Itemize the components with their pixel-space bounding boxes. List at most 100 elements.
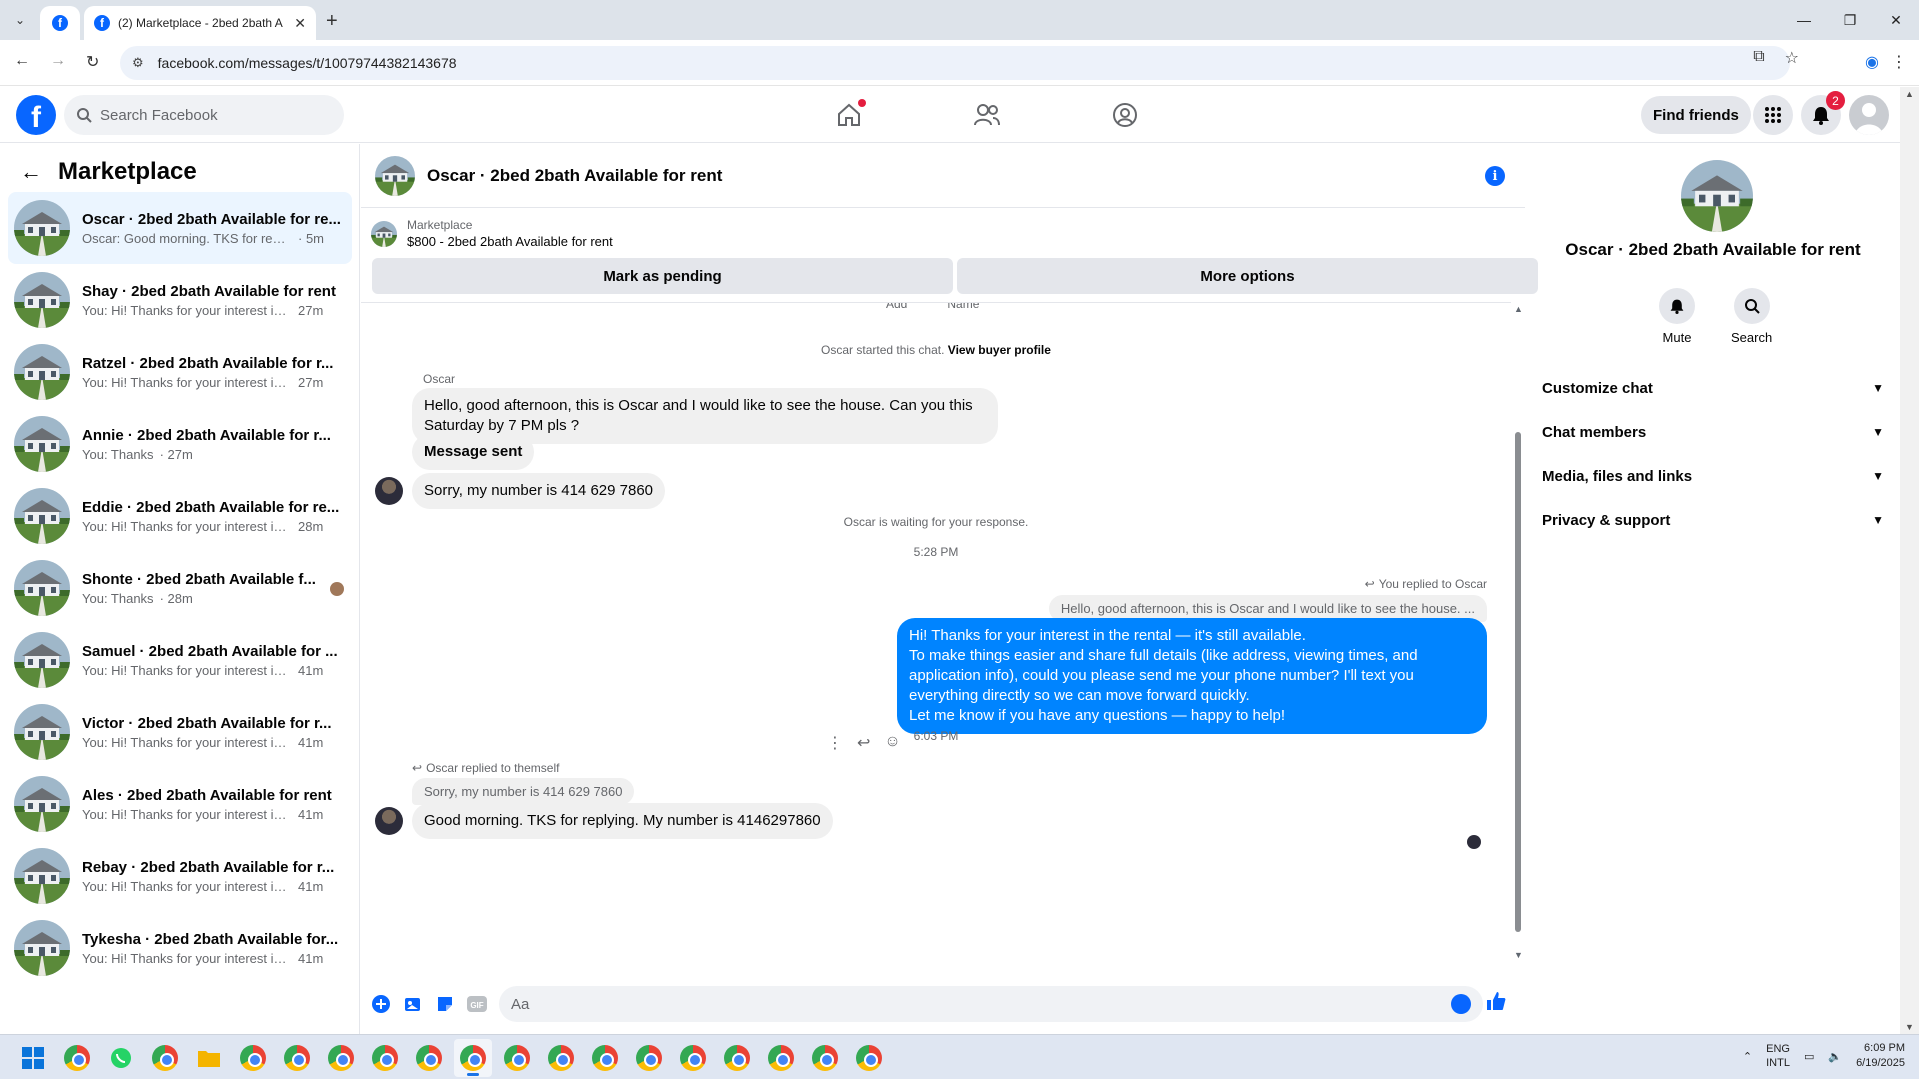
chat-title[interactable]: Oscar · 2bed 2bath Available for rent (427, 166, 722, 186)
incoming-message[interactable]: Good morning. TKS for replying. My numbe… (412, 803, 833, 839)
chrome-app[interactable] (498, 1039, 536, 1077)
conversation-item[interactable]: Rebay · 2bed 2bath Available for r... You… (8, 840, 352, 912)
conversation-item[interactable]: Tykesha · 2bed 2bath Available for... You… (8, 912, 352, 984)
page-scrollbar[interactable]: ▲ ▼ (1900, 87, 1919, 1034)
gif-button[interactable]: GIF (461, 988, 493, 1020)
conversation-item[interactable]: Eddie · 2bed 2bath Available for re... Yo… (8, 480, 352, 552)
chrome-app[interactable] (674, 1039, 712, 1077)
notifications-button[interactable]: 2 (1801, 91, 1845, 135)
oscar-avatar[interactable] (375, 807, 403, 835)
chrome-app[interactable] (806, 1039, 844, 1077)
new-tab-icon[interactable]: + (326, 10, 338, 33)
start-button[interactable] (14, 1039, 52, 1077)
conversation-time: · 27m (159, 446, 193, 462)
incoming-message[interactable]: Sorry, my number is 414 629 7860 (412, 473, 666, 509)
more-options-button[interactable]: More options (957, 258, 1538, 294)
conversation-item[interactable]: Ratzel · 2bed 2bath Available for r... Yo… (8, 336, 352, 408)
conversation-item[interactable]: Ales · 2bed 2bath Available for rent You:… (8, 768, 352, 840)
oscar-avatar[interactable] (375, 477, 403, 505)
scroll-up-arrow-icon[interactable]: ▲ (1514, 304, 1523, 314)
conversation-item[interactable]: Samuel · 2bed 2bath Available for ... You… (8, 624, 352, 696)
chrome-app[interactable] (278, 1039, 316, 1077)
pinned-tab-facebook[interactable]: f (40, 6, 80, 40)
facebook-search-input[interactable]: Search Facebook (64, 95, 344, 135)
clock[interactable]: 6:09 PM 6/19/2025 (1856, 1041, 1905, 1071)
address-bar[interactable]: ⚙ facebook.com/messages/t/10079744382143… (120, 46, 1790, 80)
listing-summary[interactable]: Marketplace $800 - 2bed 2bath Available … (371, 218, 613, 249)
message-input[interactable]: Aa (499, 986, 1483, 1022)
thread-scrollbar[interactable]: ▲ ▼ (1512, 302, 1524, 962)
tab-close-icon[interactable]: ✕ (294, 15, 306, 32)
menu-grid-button[interactable] (1753, 95, 1793, 135)
conversation-item[interactable]: Shay · 2bed 2bath Available for rent You:… (8, 264, 352, 336)
chrome-app[interactable] (58, 1039, 96, 1077)
network-icon[interactable]: ▭ (1804, 1050, 1814, 1063)
info-icon[interactable]: i (1485, 166, 1505, 186)
chrome-menu-icon[interactable]: ⋮ (1891, 52, 1907, 72)
mark-pending-button[interactable]: Mark as pending (372, 258, 953, 294)
chat-header-thumbnail[interactable] (375, 156, 415, 196)
chrome-profile-icon[interactable]: ◉ (1865, 52, 1879, 72)
chrome-app[interactable] (366, 1039, 404, 1077)
mute-button[interactable]: Mute (1659, 288, 1695, 345)
nav-groups[interactable] (1056, 87, 1194, 143)
scrollbar-thumb[interactable] (1515, 432, 1521, 932)
chrome-app[interactable] (762, 1039, 800, 1077)
close-window-icon[interactable]: ✕ (1873, 0, 1919, 40)
tray-expand-icon[interactable]: ⌃ (1743, 1050, 1752, 1063)
scroll-down-arrow-icon[interactable]: ▼ (1514, 950, 1523, 960)
language-indicator[interactable]: ENG INTL (1766, 1042, 1790, 1070)
conversation-preview: You: Hi! Thanks for your interest in t..… (82, 879, 346, 894)
nav-home[interactable] (780, 87, 918, 143)
forward-icon[interactable]: → (50, 52, 66, 70)
chrome-app[interactable] (542, 1039, 580, 1077)
page-scroll-down-icon[interactable]: ▼ (1905, 1022, 1914, 1032)
reload-icon[interactable]: ↻ (86, 52, 99, 72)
photo-button[interactable] (397, 988, 429, 1020)
chrome-app[interactable] (718, 1039, 756, 1077)
details-section-1[interactable]: Chat members ▼ (1542, 410, 1892, 454)
back-icon[interactable]: ← (14, 52, 30, 70)
install-app-icon[interactable]: ⧉ (1753, 48, 1764, 68)
incoming-message[interactable]: Message sent (412, 434, 535, 470)
details-thumbnail[interactable] (1681, 160, 1753, 232)
chrome-app[interactable] (454, 1039, 492, 1077)
tab-search-chevron-icon[interactable]: ⌄ (8, 8, 32, 32)
tab-marketplace[interactable]: f (2) Marketplace - 2bed 2bath A ✕ (84, 6, 316, 40)
facebook-logo-icon[interactable]: f (16, 95, 56, 135)
minimize-icon[interactable]: — (1781, 0, 1827, 40)
chrome-app[interactable] (850, 1039, 888, 1077)
like-button[interactable] (1485, 990, 1507, 1016)
details-section-3[interactable]: Privacy & support ▼ (1542, 498, 1892, 542)
view-buyer-profile-link[interactable]: View buyer profile (948, 343, 1051, 357)
find-friends-button[interactable]: Find friends (1641, 96, 1751, 134)
add-attachment-button[interactable] (365, 988, 397, 1020)
volume-icon[interactable]: 🔈 (1828, 1050, 1842, 1063)
details-section-2[interactable]: Media, files and links ▼ (1542, 454, 1892, 498)
page-scroll-up-icon[interactable]: ▲ (1905, 89, 1914, 99)
chrome-app[interactable] (630, 1039, 668, 1077)
sticker-button[interactable] (429, 988, 461, 1020)
conversation-item[interactable]: Victor · 2bed 2bath Available for r... Yo… (8, 696, 352, 768)
whatsapp-app[interactable] (102, 1039, 140, 1077)
outgoing-message[interactable]: Hi! Thanks for your interest in the rent… (897, 618, 1487, 734)
conversation-item[interactable]: Shonte · 2bed 2bath Available f... You: T… (8, 552, 352, 624)
chrome-app[interactable] (234, 1039, 272, 1077)
chrome-app[interactable] (146, 1039, 184, 1077)
restore-icon[interactable]: ❐ (1827, 0, 1873, 40)
account-avatar[interactable] (1849, 95, 1889, 135)
chrome-app[interactable] (322, 1039, 360, 1077)
conversation-item[interactable]: Oscar · 2bed 2bath Available for re... Os… (8, 192, 352, 264)
site-info-icon[interactable]: ⚙ (132, 55, 144, 71)
details-section-0[interactable]: Customize chat ▼ (1542, 366, 1892, 410)
file-explorer-app[interactable] (190, 1039, 228, 1077)
bookmark-star-icon[interactable]: ☆ (1785, 48, 1799, 68)
search-in-chat-button[interactable]: Search (1731, 288, 1772, 345)
nav-friends[interactable] (918, 87, 1056, 143)
conversation-item[interactable]: Annie · 2bed 2bath Available for r... You… (8, 408, 352, 480)
chrome-app[interactable] (410, 1039, 448, 1077)
quoted-message[interactable]: Sorry, my number is 414 629 7860 (412, 778, 635, 805)
chrome-app[interactable] (586, 1039, 624, 1077)
emoji-icon[interactable] (1451, 994, 1471, 1014)
back-arrow-icon[interactable]: ← (20, 159, 42, 185)
